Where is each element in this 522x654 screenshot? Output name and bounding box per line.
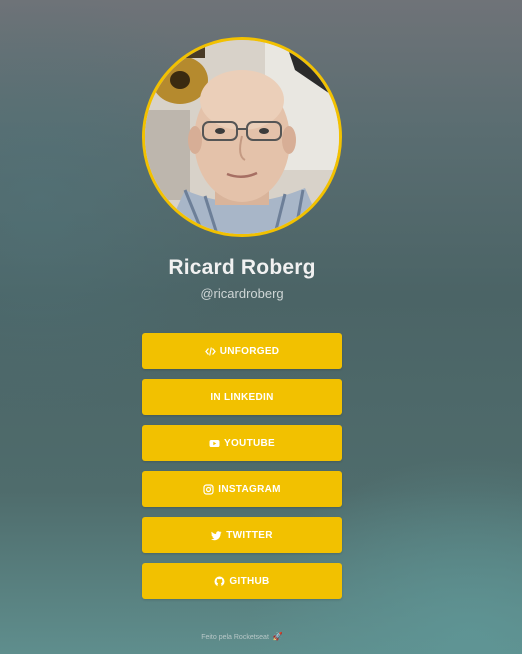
link-label: GITHUB <box>229 575 270 587</box>
youtube-link-button[interactable]: YOUTUBE <box>142 425 342 461</box>
profile-photo <box>145 40 339 234</box>
link-label: IN LINKEDIN <box>210 391 274 403</box>
code-icon <box>204 346 216 357</box>
linkedin-link-button[interactable]: IN LINKEDIN <box>142 379 342 415</box>
profile-name: Ricard Roberg <box>168 256 316 279</box>
link-label: UNFORGED <box>219 345 280 357</box>
profile-handle: @ricardroberg <box>200 286 284 301</box>
links-list: UNFORGED IN LINKEDIN YOUTUBE INSTAGRAM T… <box>142 333 342 609</box>
twitter-link-button[interactable]: TWITTER <box>142 517 342 553</box>
link-label: YOUTUBE <box>224 437 275 449</box>
unforged-link-button[interactable]: UNFORGED <box>142 333 342 369</box>
footer-text: Feito pela Rocketseat <box>201 634 269 641</box>
link-label: INSTAGRAM <box>218 483 281 495</box>
rocket-icon: 🚀 <box>272 632 283 641</box>
avatar <box>142 37 342 237</box>
footer: Feito pela Rocketseat 🚀 <box>0 632 484 641</box>
github-icon <box>214 576 225 587</box>
link-label: TWITTER <box>226 529 273 541</box>
instagram-icon <box>203 483 214 495</box>
github-link-button[interactable]: GITHUB <box>142 563 342 599</box>
twitter-icon <box>211 530 222 541</box>
youtube-icon <box>209 438 220 449</box>
instagram-link-button[interactable]: INSTAGRAM <box>142 471 342 507</box>
